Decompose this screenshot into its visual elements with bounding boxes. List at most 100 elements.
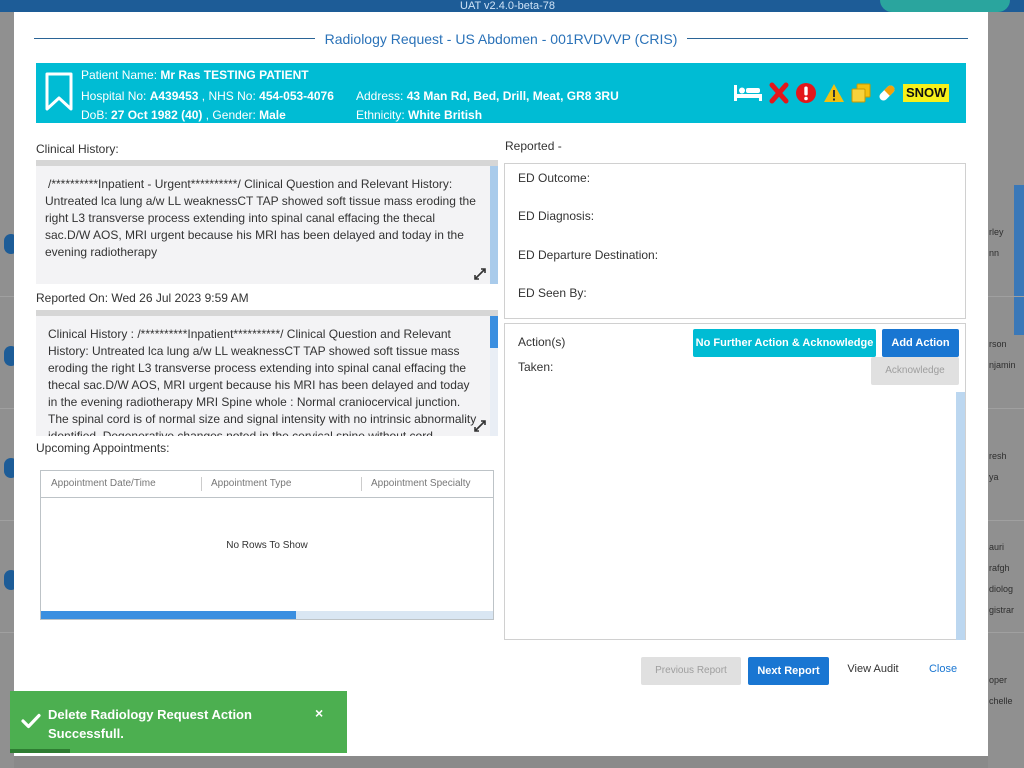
expand-icon[interactable]: [474, 268, 486, 280]
no-rows-message: No Rows To Show: [226, 540, 308, 551]
ed-seen-by-label: ED Seen By:: [518, 286, 587, 300]
actions-scrollbar[interactable]: [956, 392, 965, 640]
background-divider: [988, 520, 1024, 521]
dob-label: DoB:: [81, 108, 108, 122]
clinical-history-scroll-thumb[interactable]: [490, 166, 498, 284]
background-topbar: UAT v2.4.0-beta-78: [0, 0, 1024, 12]
copy-icon[interactable]: [851, 83, 871, 103]
appointments-scroll-thumb[interactable]: [41, 611, 296, 619]
clinical-history-box[interactable]: /**********Inpatient - Urgent**********/…: [36, 160, 498, 284]
pill-icon[interactable]: [877, 83, 897, 103]
background-divider: [0, 296, 14, 297]
ed-outcome-label: ED Outcome:: [518, 171, 591, 185]
background-scrollbar: [1014, 185, 1024, 335]
patient-name: Mr Ras TESTING PATIENT: [160, 68, 309, 82]
clinical-history-text: /**********Inpatient - Urgent**********/…: [45, 177, 476, 259]
address: 43 Man Rd, Bed, Drill, Meat, GR8 3RU: [406, 89, 619, 103]
address-line: Address: 43 Man Rd, Bed, Drill, Meat, GR…: [356, 89, 619, 103]
alert-circle-icon[interactable]: [795, 82, 817, 104]
report-scrollbar[interactable]: [490, 316, 498, 436]
background-name: rafgh: [989, 563, 1010, 573]
ed-departure-destination-label: ED Departure Destination:: [518, 248, 659, 262]
background-left-column: [0, 12, 18, 768]
background-name: nn: [989, 248, 1000, 258]
actions-taken-label: Taken:: [518, 360, 554, 374]
background-divider: [988, 632, 1024, 633]
background-divider: [0, 632, 14, 633]
appointments-grid-header: Appointment Date/Time Appointment Type A…: [41, 471, 493, 498]
ethnicity-label: Ethnicity:: [356, 108, 405, 122]
actions-label: Action(s): [518, 335, 566, 349]
warning-icon[interactable]: [823, 83, 845, 103]
background-version-text: UAT v2.4.0-beta-78: [460, 0, 555, 12]
background-name: oper: [989, 675, 1008, 685]
column-separator[interactable]: [201, 477, 202, 491]
report-text: Clinical History : /**********Inpatient*…: [48, 327, 477, 436]
next-report-button[interactable]: Next Report: [748, 657, 829, 685]
reported-on-value: Wed 26 Jul 2023 9:59 AM: [111, 291, 249, 305]
appointments-grid: Appointment Date/Time Appointment Type A…: [40, 470, 494, 620]
radiology-request-modal: Radiology Request - US Abdomen - 001RVDV…: [14, 12, 988, 756]
toast-message: Delete Radiology Request Action Successf…: [48, 707, 252, 741]
gender-label: , Gender:: [205, 108, 256, 122]
snow-alert-tag[interactable]: SNOW: [903, 84, 950, 102]
add-action-button[interactable]: Add Action: [882, 329, 959, 357]
column-header-type[interactable]: Appointment Type: [211, 478, 291, 489]
modal-title: Radiology Request - US Abdomen - 001RVDV…: [34, 31, 968, 47]
background-name: diolog: [989, 584, 1014, 594]
close-button[interactable]: Close: [918, 655, 968, 683]
background-right-column: [988, 12, 1024, 768]
background-name: auri: [989, 542, 1005, 552]
patient-name-label: Patient Name:: [81, 68, 158, 82]
ed-diagnosis-label: ED Diagnosis:: [518, 209, 595, 223]
background-divider: [988, 408, 1024, 409]
ethnicity-line: Ethnicity: White British: [356, 108, 482, 122]
bookmark-icon[interactable]: [44, 72, 74, 112]
hospital-no: A439453: [149, 89, 199, 103]
appointments-horizontal-scrollbar[interactable]: [41, 611, 493, 619]
dob: 27 Oct 1982 (40): [111, 108, 203, 122]
patient-banner: Patient Name: Mr Ras TESTING PATIENT Hos…: [36, 63, 966, 123]
toast-progress-bar: [10, 749, 70, 753]
bed-icon[interactable]: [733, 83, 763, 103]
background-name: rson: [989, 339, 1007, 349]
background-name: resh: [989, 451, 1007, 461]
reported-on-line: Reported On: Wed 26 Jul 2023 9:59 AM: [36, 291, 249, 305]
background-name: ya: [989, 472, 999, 482]
cross-icon[interactable]: [769, 82, 789, 104]
previous-report-button[interactable]: Previous Report: [641, 657, 741, 685]
clinical-history-label: Clinical History:: [36, 142, 119, 156]
report-text-box[interactable]: Clinical History : /**********Inpatient*…: [36, 310, 498, 436]
address-label: Address:: [356, 89, 404, 103]
acknowledge-button[interactable]: Acknowledge: [871, 357, 959, 385]
column-header-date[interactable]: Appointment Date/Time: [51, 478, 156, 489]
expand-icon[interactable]: [474, 420, 486, 432]
patient-name-line: Patient Name: Mr Ras TESTING PATIENT: [81, 68, 309, 82]
success-toast: Delete Radiology Request Action Successf…: [10, 691, 347, 753]
clinical-history-scrollbar[interactable]: [490, 166, 498, 284]
ed-details-panel: ED Outcome: ED Diagnosis: ED Departure D…: [504, 163, 966, 319]
background-name: chelle: [989, 696, 1013, 706]
no-further-action-button[interactable]: No Further Action & Acknowledge: [693, 329, 876, 357]
background-name: gistrar: [989, 605, 1015, 615]
gender: Male: [259, 108, 286, 122]
actions-panel: Action(s) Taken: No Further Action & Ack…: [504, 323, 966, 640]
view-audit-button[interactable]: View Audit: [836, 655, 910, 683]
background-divider: [988, 296, 1024, 297]
column-header-specialty[interactable]: Appointment Specialty: [371, 478, 471, 489]
reported-label: Reported -: [505, 139, 562, 153]
toast-close-icon[interactable]: ×: [315, 705, 323, 721]
modal-header: Radiology Request - US Abdomen - 001RVDV…: [34, 29, 968, 49]
reported-on-label: Reported On:: [36, 291, 109, 305]
background-divider: [0, 408, 14, 409]
background-name: rley: [989, 227, 1004, 237]
modal-title-text: Radiology Request - US Abdomen - 001RVDV…: [314, 31, 688, 47]
check-icon: [21, 713, 41, 729]
background-divider: [0, 520, 14, 521]
report-scroll-thumb[interactable]: [490, 316, 498, 348]
column-separator[interactable]: [361, 477, 362, 491]
patient-ids-line: Hospital No: A439453 , NHS No: 454-053-4…: [81, 89, 334, 103]
upcoming-appointments-label: Upcoming Appointments:: [36, 441, 170, 455]
background-name: njamin: [989, 360, 1016, 370]
nhs-no-label: , NHS No:: [201, 89, 256, 103]
